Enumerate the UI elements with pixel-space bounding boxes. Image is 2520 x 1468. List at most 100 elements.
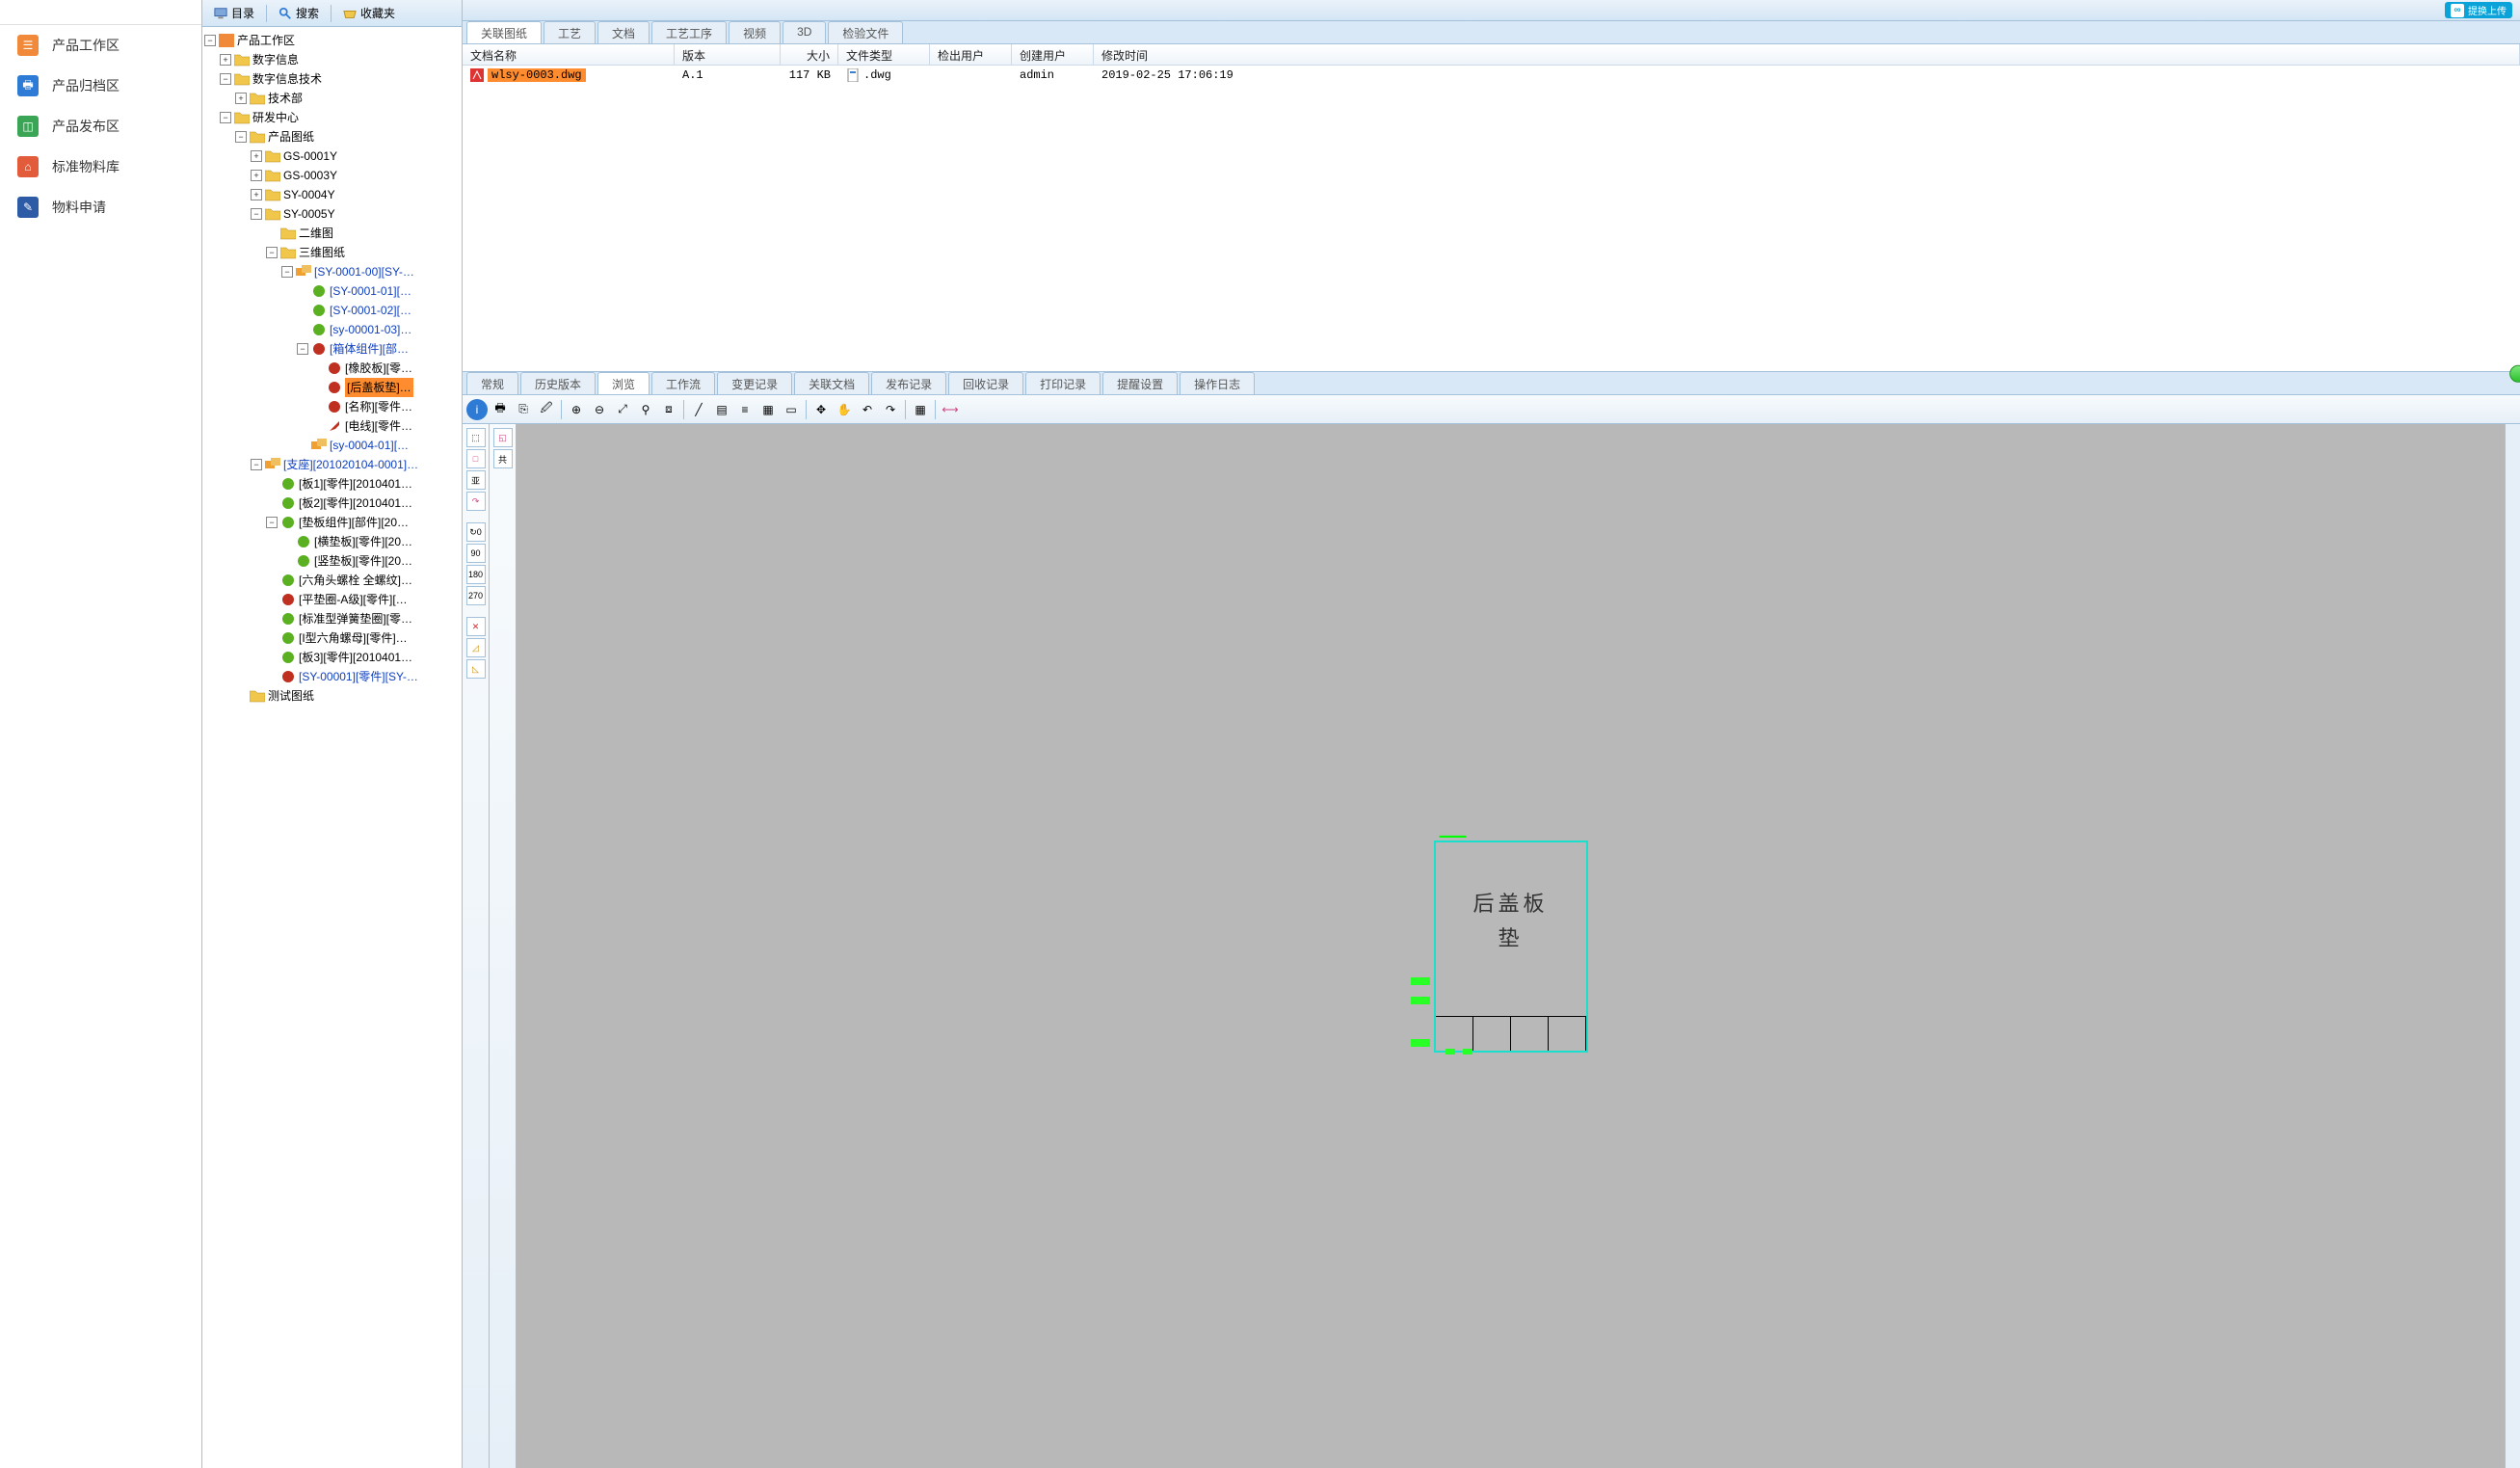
line-tool-button[interactable]: ╱ [688, 399, 709, 420]
tree-node-assembly[interactable]: − [箱体组件][部… [204, 339, 460, 359]
vt-delete-icon[interactable]: ✕ [466, 617, 486, 636]
subtab-recycle[interactable]: 回收记录 [948, 372, 1023, 394]
vt-rot270-icon[interactable]: 270 [466, 586, 486, 605]
tree-node-assembly[interactable]: − [垫板组件][部件][20… [204, 513, 460, 532]
expander-icon[interactable]: − [204, 35, 216, 46]
col-checkout[interactable]: 检出用户 [930, 44, 1012, 65]
expander-icon[interactable]: − [251, 459, 262, 470]
favorites-button[interactable]: 收藏夹 [335, 3, 403, 23]
drawing-canvas[interactable]: ▬▬▬▬ 后盖板 垫 [517, 424, 2505, 1468]
tab-video[interactable]: 视频 [729, 21, 781, 43]
measure-button[interactable]: ⟷ [940, 399, 961, 420]
col-modified[interactable]: 修改时间 [1094, 44, 2520, 65]
tree-node[interactable]: − 三维图纸 [204, 243, 460, 262]
zoom-in-button[interactable]: ⊕ [566, 399, 587, 420]
vt-rot180-icon[interactable]: 180 [466, 565, 486, 584]
subtab-history[interactable]: 历史版本 [520, 372, 596, 394]
info-button[interactable]: i [466, 399, 488, 420]
pointer-button[interactable]: ✥ [810, 399, 832, 420]
tree-node[interactable]: − 研发中心 [204, 108, 460, 127]
tree-node[interactable]: + 技术部 [204, 89, 460, 108]
vt-tool1-icon[interactable]: □ [466, 449, 486, 468]
tree-node[interactable]: + GS-0001Y [204, 147, 460, 166]
tab-related-drawings[interactable]: 关联图纸 [466, 21, 542, 43]
color-tool-button[interactable]: ▦ [757, 399, 779, 420]
file-row[interactable]: wlsy-0003.dwg A.1 117 KB .dwg admin 2019… [463, 66, 2520, 85]
subtab-print[interactable]: 打印记录 [1025, 372, 1101, 394]
tree-node-part[interactable]: [橡胶板][零… [204, 359, 460, 378]
expander-icon[interactable]: − [266, 517, 278, 528]
nav-item-workspace[interactable]: ☰ 产品工作区 [0, 25, 201, 66]
vt-text-icon[interactable]: 亚 [466, 470, 486, 490]
vt-arrow-icon[interactable]: ↷ [466, 492, 486, 511]
tab-procop[interactable]: 工艺工序 [651, 21, 727, 43]
rect-tool-button[interactable]: ▭ [781, 399, 802, 420]
nav-item-archive[interactable]: 🖶 产品归档区 [0, 66, 201, 106]
expander-icon[interactable]: + [251, 170, 262, 181]
tree-node-root[interactable]: − 产品工作区 [204, 31, 460, 50]
catalog-button[interactable]: 目录 [206, 3, 262, 23]
zoom-fit-button[interactable]: ⤢ [612, 399, 633, 420]
nav-item-publish[interactable]: ◫ 产品发布区 [0, 106, 201, 147]
subtab-oplog[interactable]: 操作日志 [1180, 372, 1255, 394]
tree-node-part[interactable]: [板2][零件][2010401… [204, 494, 460, 513]
tab-process[interactable]: 工艺 [544, 21, 596, 43]
expander-icon[interactable]: − [297, 343, 308, 355]
scrollbar-vertical[interactable] [2505, 424, 2520, 1468]
col-version[interactable]: 版本 [675, 44, 781, 65]
tree-node-part-selected[interactable]: [后盖板垫]… [204, 378, 460, 397]
tab-docs[interactable]: 文档 [597, 21, 650, 43]
redo-button[interactable]: ↷ [880, 399, 901, 420]
expander-icon[interactable]: − [251, 208, 262, 220]
subtab-changes[interactable]: 变更记录 [717, 372, 792, 394]
zoom-out-button[interactable]: ⊖ [589, 399, 610, 420]
subtab-notify[interactable]: 提醒设置 [1102, 372, 1178, 394]
tree-node-assembly[interactable]: [sy-0004-01][… [204, 436, 460, 455]
tree-node-part[interactable]: [sy-00001-03]… [204, 320, 460, 339]
tree-node[interactable]: + SY-0004Y [204, 185, 460, 204]
vt-rot90-icon[interactable]: 90 [466, 544, 486, 563]
zoom-actual-button[interactable]: ⚲ [635, 399, 656, 420]
expander-icon[interactable]: − [281, 266, 293, 278]
tree-node-part[interactable]: [板1][零件][2010401… [204, 474, 460, 494]
tree-node[interactable]: + 数字信息 [204, 50, 460, 69]
tree-node-part[interactable]: [六角头螺栓 全螺纹]… [204, 571, 460, 590]
print-button[interactable]: 🖶 [490, 399, 511, 420]
tree-node-part[interactable]: [横垫板][零件][20… [204, 532, 460, 551]
pan-button[interactable]: ✋ [834, 399, 855, 420]
tree-node-part[interactable]: [名称][零件… [204, 397, 460, 416]
align-button[interactable]: ≡ [734, 399, 756, 420]
expander-icon[interactable]: − [235, 131, 247, 143]
copy-button[interactable]: ⎘ [513, 399, 534, 420]
expander-icon[interactable]: + [235, 93, 247, 104]
tree-node-assembly[interactable]: − [支座][201020104-0001]… [204, 455, 460, 474]
nav-item-matreq[interactable]: ✎ 物料申请 [0, 187, 201, 227]
col-size[interactable]: 大小 [781, 44, 838, 65]
tree-node-part[interactable]: [SY-00001][零件][SY-… [204, 667, 460, 686]
expander-icon[interactable]: + [251, 150, 262, 162]
tree-node-part[interactable]: [SY-0001-02][… [204, 301, 460, 320]
vt-rot0-icon[interactable]: ↻0 [466, 522, 486, 542]
expander-icon[interactable]: − [266, 247, 278, 258]
tab-3d[interactable]: 3D [783, 21, 826, 43]
col-creator[interactable]: 创建用户 [1012, 44, 1094, 65]
subtab-reldocs[interactable]: 关联文档 [794, 372, 869, 394]
quick-upload-button[interactable]: ∞ 提换上传 [2445, 2, 2512, 18]
tree-node-part[interactable]: [SY-0001-01][… [204, 281, 460, 301]
grid-button[interactable]: ▦ [910, 399, 931, 420]
nav-collapse-strip[interactable] [0, 8, 201, 25]
tree-node[interactable]: − SY-0005Y [204, 204, 460, 224]
save-button[interactable]: 🖉 [536, 399, 557, 420]
tree-node-part[interactable]: [I型六角螺母][零件]… [204, 628, 460, 648]
col-type[interactable]: 文件类型 [838, 44, 930, 65]
subtab-browse[interactable]: 浏览 [597, 372, 650, 394]
vt2-tool2-icon[interactable]: 共 [493, 449, 513, 468]
nav-item-stdmat[interactable]: ⌂ 标准物料库 [0, 147, 201, 187]
subtab-workflow[interactable]: 工作流 [651, 372, 715, 394]
tree-node-part[interactable]: [标准型弹簧垫圈][零… [204, 609, 460, 628]
search-button[interactable]: 搜索 [271, 3, 327, 23]
col-name[interactable]: 文档名称 [463, 44, 675, 65]
tree-node-part[interactable]: [竖垫板][零件][20… [204, 551, 460, 571]
tree-node[interactable]: + GS-0003Y [204, 166, 460, 185]
undo-button[interactable]: ↶ [857, 399, 878, 420]
